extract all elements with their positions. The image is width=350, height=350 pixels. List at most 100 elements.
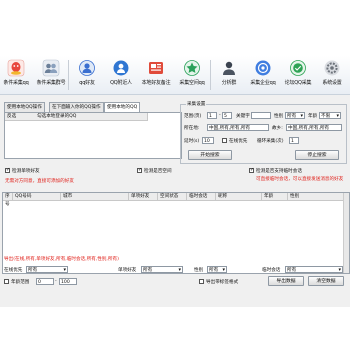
age-to-input[interactable]: 100 <box>59 278 77 285</box>
column-header-invert[interactable]: 反选 <box>5 113 36 121</box>
column-header-age[interactable]: 年龄 <box>262 193 288 201</box>
nearby-icon <box>112 59 130 77</box>
result-table-scrollbar[interactable] <box>343 193 349 273</box>
export-tag-label: 导出带标签格式 <box>206 280 239 285</box>
range-to-input[interactable]: 5 <box>222 112 232 119</box>
filter-single-label: 单项好友 <box>118 268 137 273</box>
qzone-icon <box>183 59 201 77</box>
filter-single-value: 所有 <box>143 268 153 273</box>
analyze-group-icon <box>220 59 238 77</box>
filter-single-select[interactable]: 所有 <box>141 266 183 273</box>
stop-search-button[interactable]: 停止搜索 <box>295 150 339 160</box>
hometown-input[interactable]: 中国,所有,所有,所有 <box>286 124 342 131</box>
export-hint: 导出(在线,所有,单项好友,所有,临时会话,所有,性别,所有) <box>4 257 119 262</box>
toolbar-label: 条件采集群号 <box>36 80 66 86</box>
filter-gender-value: 所有 <box>209 268 219 273</box>
online-first-checkbox[interactable] <box>222 138 227 143</box>
toolbar-collect-group-button[interactable]: 条件采集群号 <box>36 58 66 92</box>
filter-online-value: 所有 <box>28 268 38 273</box>
export-data-button[interactable]: 导出数据 <box>268 276 304 286</box>
filter-temp-value: 所有 <box>287 268 297 273</box>
column-header-qq[interactable]: QQ号码 <box>13 193 61 201</box>
column-header-local-qq[interactable]: 勾选本地登录的QQ <box>35 113 148 121</box>
export-tag-checkbox[interactable] <box>199 279 204 284</box>
start-search-button[interactable]: 开始搜索 <box>188 150 232 160</box>
keyword-label: 关键字 <box>236 114 250 119</box>
toolbar-label: qq好友 <box>79 80 95 86</box>
toolbar-label: 采集空间qq <box>179 80 205 86</box>
column-header-gender[interactable]: 性别 <box>288 193 344 201</box>
age-select-value: 不限 <box>321 114 331 119</box>
clear-data-button[interactable]: 清空数据 <box>308 276 344 286</box>
interval-label: 延时(s) <box>184 139 200 144</box>
friends-icon <box>78 59 96 77</box>
main-toolbar: 条件采集qq 条件采集群号 qq好友 QQ附近人 本地好友备注 采集空间qq 分… <box>0 56 350 95</box>
local-qq-list[interactable]: 反选 勾选本地登录的QQ <box>4 112 182 159</box>
toolbar-separator <box>68 60 69 90</box>
toolbar-label: QQ附近人 <box>110 80 132 86</box>
column-header-qzone-status[interactable]: 空间状态 <box>158 193 187 201</box>
toolbar-collect-qq-button[interactable]: 条件采集qq <box>1 58 31 92</box>
toolbar-enterprise-button[interactable]: 采集企业qq <box>248 58 278 92</box>
age-select[interactable]: 不限 <box>319 112 341 119</box>
filter-temp-select[interactable]: 所有 <box>285 266 343 273</box>
gender-select[interactable]: 所有 <box>285 112 305 119</box>
region-input[interactable]: 中国,所有,所有,所有 <box>207 124 269 131</box>
column-header-nickname[interactable]: 昵称 <box>216 193 262 201</box>
collect-settings-title: 采集设置 <box>186 101 207 107</box>
toolbar-label: 分析群 <box>221 80 237 86</box>
check-qzone-checkbox[interactable] <box>137 167 142 173</box>
toolbar-nearby-button[interactable]: QQ附近人 <box>106 58 136 92</box>
range-label: 范围(页) <box>184 114 202 119</box>
toolbar-analyze-group-button[interactable]: 分析群 <box>214 58 244 92</box>
check-single-friend-label: 检测单项好友 <box>12 169 40 174</box>
forum-icon <box>289 59 307 77</box>
keyword-input[interactable] <box>251 112 271 119</box>
column-header-single-friend[interactable]: 单项好友 <box>129 193 158 201</box>
toolbar-label: 论坛QQ采集 <box>284 80 312 86</box>
check-temp-session-checkbox[interactable] <box>249 167 254 173</box>
range-separator: - <box>219 113 221 118</box>
toolbar-settings-button[interactable]: 系统设置 <box>317 58 347 92</box>
filter-temp-label: 临时会话 <box>262 268 281 273</box>
loop-label: 循环采集(次) <box>257 139 284 144</box>
toolbar-forum-button[interactable]: 论坛QQ采集 <box>283 58 313 92</box>
toolbar-label: 系统设置 <box>322 80 342 86</box>
toolbar-qzone-button[interactable]: 采集空间qq <box>177 58 207 92</box>
age-range-separator: - <box>55 279 57 284</box>
qq-red-icon <box>7 59 25 77</box>
hometown-label: 故乡: <box>272 126 283 131</box>
gender-select-value: 所有 <box>287 114 297 119</box>
interval-input[interactable]: 10 <box>202 137 214 144</box>
filter-gender-label: 性别 <box>194 268 204 273</box>
toolbar-label: 采集企业qq <box>250 80 276 86</box>
gender-label: 性别 <box>274 114 284 119</box>
column-header-city[interactable]: 城市 <box>61 193 129 201</box>
age-range-checkbox[interactable] <box>4 279 9 284</box>
age-range-label: 年龄范围 <box>11 280 30 285</box>
local-friend-icon <box>147 59 165 77</box>
group-icon <box>42 59 60 77</box>
loop-input[interactable]: 1 <box>289 137 299 144</box>
toolbar-label: 条件采集qq <box>3 80 29 86</box>
age-label: 年龄 <box>308 114 318 119</box>
check-single-friend-checkbox[interactable] <box>5 167 10 173</box>
toolbar-local-friend-button[interactable]: 本地好友备注 <box>141 58 171 92</box>
age-from-input[interactable]: 0 <box>36 278 54 285</box>
check-temp-session-label: 检测是否支持临时会话 <box>256 169 302 174</box>
filter-online-label: 在线优先 <box>4 268 23 273</box>
temp-session-hint: 可直接临时会话，可以直接发送消息的好友 <box>256 177 344 182</box>
toolbar-qq-friends-button[interactable]: qq好友 <box>72 58 102 92</box>
region-label: 所在地: <box>184 126 200 131</box>
online-first-label: 在线优先 <box>229 139 248 144</box>
filter-gender-select[interactable]: 所有 <box>207 266 227 273</box>
enterprise-icon <box>254 59 272 77</box>
column-header-index[interactable]: 序号 <box>3 193 13 207</box>
toolbar-label: 本地好友备注 <box>141 80 171 86</box>
filter-online-select[interactable]: 所有 <box>26 266 68 273</box>
single-friend-hint: 无需对方同意，直接可添加的好友 <box>5 179 74 184</box>
column-header-temp-session[interactable]: 临时会话 <box>187 193 216 201</box>
range-from-input[interactable]: 1 <box>207 112 217 119</box>
check-qzone-label: 检测是否空间 <box>144 169 172 174</box>
toolbar-separator <box>210 60 211 90</box>
